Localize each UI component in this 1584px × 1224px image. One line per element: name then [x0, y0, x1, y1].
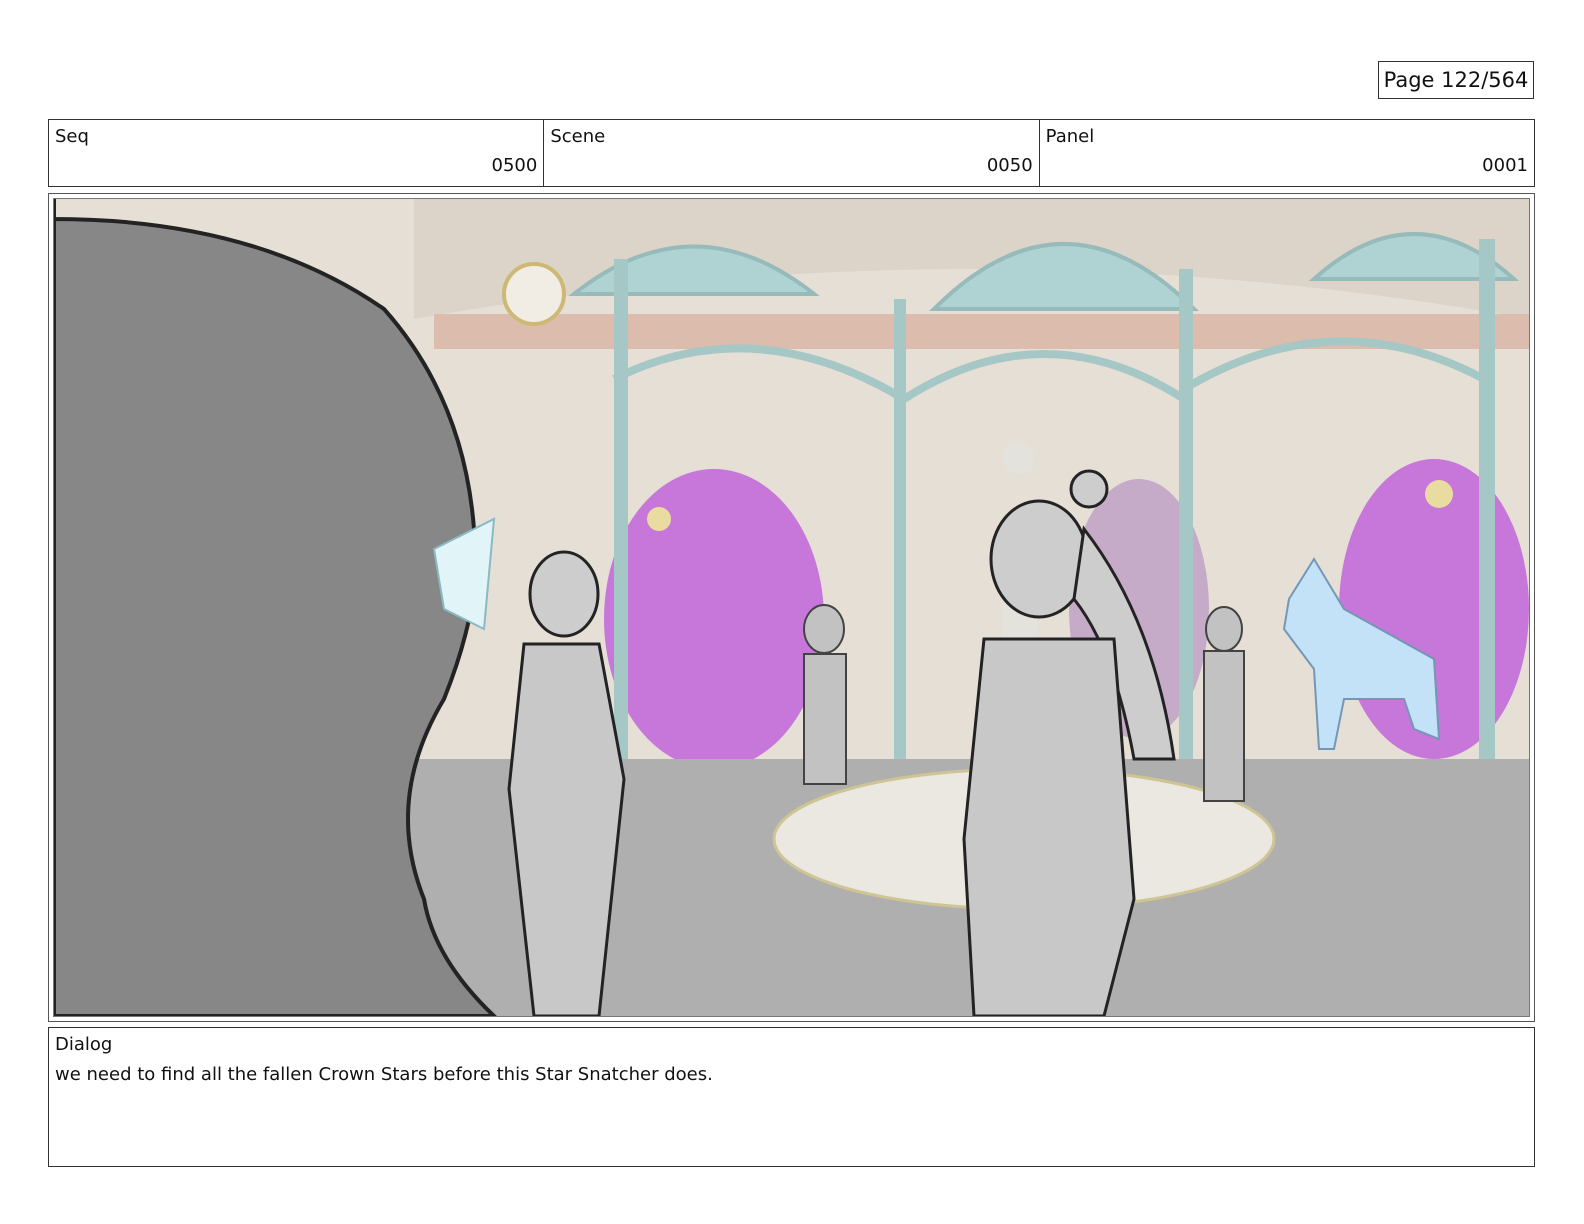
scene-label: Scene: [550, 126, 606, 147]
scene-value: 0050: [986, 155, 1033, 176]
page-number: Page 122/564: [1378, 61, 1534, 99]
storyboard-drawing: [53, 198, 1530, 1017]
dialog-box: Dialog we need to find all the fallen Cr…: [48, 1027, 1535, 1167]
dialog-label: Dialog: [55, 1034, 113, 1055]
panel-cell: Panel 0001: [1040, 120, 1534, 186]
panel-label: Panel: [1045, 126, 1095, 147]
shot-header: Seq 0500 Scene 0050 Panel 0001: [48, 119, 1535, 187]
storyboard-panel-frame: [48, 193, 1535, 1022]
dialog-text: we need to find all the fallen Crown Sta…: [55, 1064, 713, 1085]
panel-tint: [54, 199, 1529, 1016]
scene-cell: Scene 0050: [544, 120, 1040, 186]
seq-label: Seq: [55, 126, 89, 147]
seq-value: 0500: [491, 155, 538, 176]
seq-cell: Seq 0500: [49, 120, 545, 186]
panel-value: 0001: [1482, 155, 1528, 176]
